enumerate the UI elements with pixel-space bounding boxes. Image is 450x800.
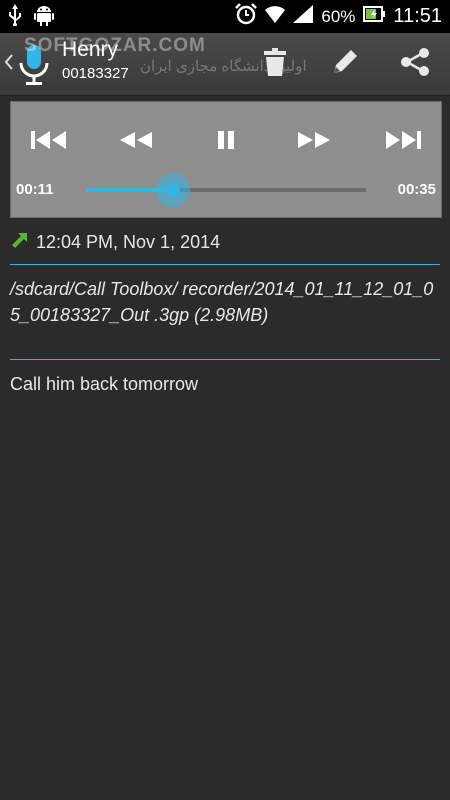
skip-next-icon	[383, 130, 423, 155]
seek-thumb[interactable]	[155, 173, 190, 207]
pause-button[interactable]	[196, 122, 256, 162]
usb-icon	[8, 3, 22, 31]
recording-note[interactable]: Call him back tomorrow	[10, 374, 198, 395]
contact-number: 00183327	[62, 65, 129, 82]
rewind-icon	[118, 131, 154, 154]
battery-icon	[363, 6, 386, 27]
signal-icon	[293, 5, 314, 28]
skip-previous-button[interactable]	[19, 122, 79, 162]
action-bar: SOFTGOZAR.COM اولین دانشگاه مجازی ایران …	[0, 33, 450, 96]
outgoing-call-arrow-icon	[10, 230, 30, 255]
edit-button[interactable]	[310, 33, 380, 95]
status-bar: 60% 11:51	[0, 0, 450, 33]
wifi-icon	[265, 5, 286, 28]
delete-icon	[264, 47, 286, 81]
skip-previous-icon	[29, 130, 69, 155]
pause-icon	[216, 130, 236, 155]
rewind-button[interactable]	[106, 122, 166, 162]
skip-next-button[interactable]	[373, 122, 433, 162]
delete-button[interactable]	[240, 33, 310, 95]
status-time: 11:51	[393, 5, 442, 27]
divider	[10, 359, 440, 360]
fast-forward-button[interactable]	[284, 122, 344, 162]
share-icon	[399, 47, 431, 82]
divider	[10, 264, 440, 265]
call-date-row: 12:04 PM, Nov 1, 2014	[10, 230, 220, 255]
contact-name: Henry	[62, 38, 119, 61]
seek-bar[interactable]	[86, 173, 366, 207]
player-panel: 00:11 00:35	[10, 101, 442, 218]
share-button[interactable]	[380, 33, 450, 95]
current-time: 00:11	[16, 181, 54, 198]
call-datetime: 12:04 PM, Nov 1, 2014	[36, 232, 221, 252]
fast-forward-icon	[296, 131, 332, 154]
up-chevron-icon[interactable]	[4, 53, 14, 76]
android-debug-icon	[34, 4, 54, 31]
total-time: 00:35	[397, 181, 436, 198]
file-path: /sdcard/Call Toolbox/ recorder/2014_01_1…	[10, 279, 434, 325]
alarm-icon	[235, 3, 258, 30]
edit-icon	[331, 48, 359, 81]
battery-percent: 60%	[321, 6, 356, 26]
